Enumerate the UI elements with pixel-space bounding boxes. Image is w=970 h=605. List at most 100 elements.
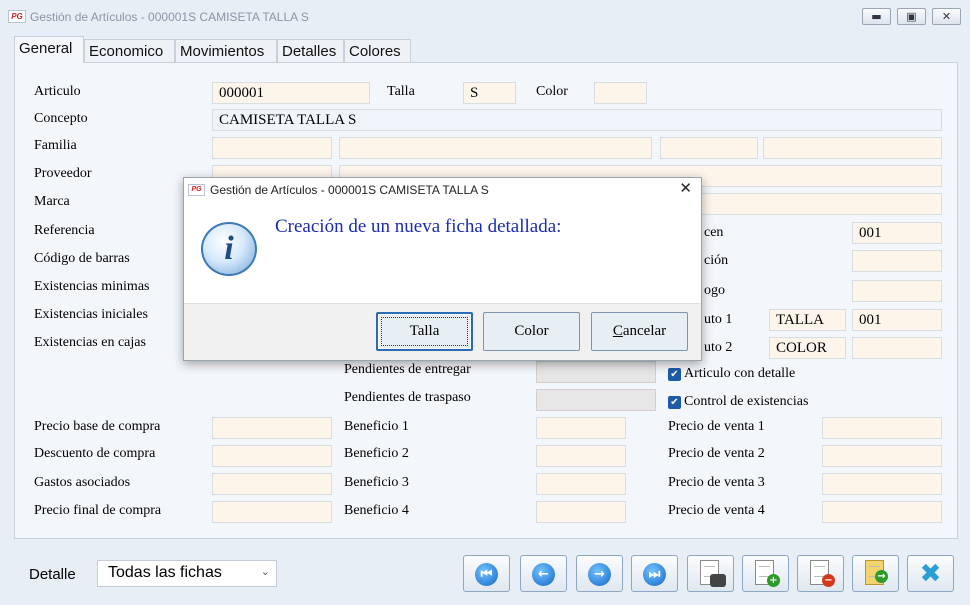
articulo-field[interactable]: 000001 — [212, 82, 370, 104]
title-bar: PG Gestión de Artículos - 000001S CAMISE… — [0, 0, 970, 34]
color-field[interactable] — [594, 82, 647, 104]
cancelar-button[interactable]: Cancelar — [591, 312, 688, 351]
precio-final-label: Precio final de compra — [34, 503, 162, 518]
atributo1-name-field[interactable]: TALLA — [769, 309, 846, 331]
precio-venta1-label: Precio de venta 1 — [668, 419, 765, 434]
precio-base-field[interactable] — [212, 417, 332, 439]
arrow-right-icon: → — [588, 563, 611, 586]
close-x-icon: ✖ — [919, 559, 942, 589]
ubicacion-label: ción — [704, 253, 729, 268]
precio-venta3-label: Precio de venta 3 — [668, 475, 765, 490]
next-record-button[interactable]: → — [576, 555, 623, 592]
familia-extra2-field[interactable] — [763, 137, 942, 159]
first-record-icon: ⏮ — [475, 563, 498, 586]
articulo-label: Articulo — [34, 84, 81, 99]
gastos-label: Gastos asociados — [34, 475, 131, 490]
tab-general[interactable]: General — [14, 36, 84, 63]
beneficio4-label: Beneficio 4 — [344, 503, 409, 518]
pendientes-entregar-label: Pendientes de entregar — [344, 362, 471, 377]
color-button[interactable]: Color — [483, 312, 580, 351]
window-title: Gestión de Artículos - 000001S CAMISETA … — [30, 10, 309, 24]
cancelar-accesskey: C — [612, 323, 623, 339]
codigo-barras-label: Código de barras — [34, 251, 130, 266]
beneficio4-field[interactable] — [536, 501, 626, 523]
talla-field[interactable]: S — [463, 82, 516, 104]
atributo2-value-field[interactable] — [852, 337, 942, 359]
familia-name-field[interactable] — [339, 137, 652, 159]
precio-venta2-label: Precio de venta 2 — [668, 446, 765, 461]
dialog-title: Gestión de Artículos - 000001S CAMISETA … — [210, 183, 489, 197]
close-window-button[interactable]: ✕ — [932, 8, 961, 25]
talla-button[interactable]: Talla — [376, 312, 473, 351]
precio-final-field[interactable] — [212, 501, 332, 523]
detalle-select[interactable]: Todas las fichas ⌄ — [97, 560, 277, 587]
beneficio2-label: Beneficio 2 — [344, 446, 409, 461]
dialog-close-button[interactable]: ✕ — [679, 179, 692, 197]
concepto-label: Concepto — [34, 111, 88, 126]
atributo2-name-field[interactable]: COLOR — [769, 337, 846, 359]
articulo-detalle-label: Articulo con detalle — [684, 366, 796, 381]
color-label: Color — [536, 84, 568, 99]
previous-record-button[interactable]: ← — [520, 555, 567, 592]
tab-movimientos[interactable]: Movimientos — [175, 39, 277, 63]
detalle-select-value: Todas las fichas — [108, 564, 222, 581]
dialog-message: Creación de un nueva ficha detallada: — [275, 216, 562, 237]
existencias-iniciales-label: Existencias iniciales — [34, 307, 148, 322]
concepto-field[interactable]: CAMISETA TALLA S — [212, 109, 942, 131]
beneficio2-field[interactable] — [536, 445, 626, 467]
ubicacion-field[interactable] — [852, 250, 942, 272]
detalle-label: Detalle — [29, 566, 76, 583]
referencia-label: Referencia — [34, 223, 95, 238]
pendientes-traspaso-field — [536, 389, 656, 411]
app-logo-icon: PG — [8, 10, 26, 23]
beneficio3-field[interactable] — [536, 473, 626, 495]
atributo2-label: uto 2 — [704, 340, 733, 355]
last-record-icon: ⏭ — [643, 563, 666, 586]
beneficio1-field[interactable] — [536, 417, 626, 439]
precio-base-label: Precio base de compra — [34, 419, 161, 434]
proveedor-label: Proveedor — [34, 166, 92, 181]
precio-venta2-field[interactable] — [822, 445, 942, 467]
talla-label: Talla — [387, 84, 415, 99]
descuento-field[interactable] — [212, 445, 332, 467]
precio-venta1-field[interactable] — [822, 417, 942, 439]
beneficio3-label: Beneficio 3 — [344, 475, 409, 490]
gastos-field[interactable] — [212, 473, 332, 495]
first-record-button[interactable]: ⏮ — [463, 555, 510, 592]
familia-code-field[interactable] — [212, 137, 332, 159]
familia-extra-field[interactable] — [660, 137, 758, 159]
almacen-label: cen — [704, 225, 724, 240]
catalogo-field[interactable] — [852, 280, 942, 302]
maximize-button[interactable]: ▣ — [897, 8, 926, 25]
precio-venta4-field[interactable] — [822, 501, 942, 523]
atributo1-label: uto 1 — [704, 312, 733, 327]
control-existencias-label: Control de existencias — [684, 394, 809, 409]
export-record-button[interactable]: → — [852, 555, 899, 592]
tab-economico[interactable]: Economico — [84, 39, 175, 63]
new-record-button[interactable]: + — [742, 555, 789, 592]
precio-venta3-field[interactable] — [822, 473, 942, 495]
tab-detalles[interactable]: Detalles — [277, 39, 344, 63]
precio-venta4-label: Precio de venta 4 — [668, 503, 765, 518]
search-record-button[interactable] — [687, 555, 734, 592]
marca-label: Marca — [34, 194, 70, 209]
catalogo-label: ogo — [704, 283, 725, 298]
plus-icon: + — [767, 574, 780, 587]
control-existencias-checkbox[interactable]: ✔ — [668, 396, 681, 409]
minimize-button[interactable]: ▬ — [862, 8, 891, 25]
pendientes-traspaso-label: Pendientes de traspaso — [344, 390, 471, 405]
pendientes-entregar-field — [536, 361, 656, 383]
last-record-button[interactable]: ⏭ — [631, 555, 678, 592]
confirmation-dialog: PG Gestión de Artículos - 000001S CAMISE… — [183, 177, 702, 361]
delete-record-button[interactable]: − — [797, 555, 844, 592]
tab-colores[interactable]: Colores — [344, 39, 411, 63]
articulo-detalle-checkbox[interactable]: ✔ — [668, 368, 681, 381]
close-form-button[interactable]: ✖ — [907, 555, 954, 592]
atributo1-value-field[interactable]: 001 — [852, 309, 942, 331]
cancelar-label-rest: ancelar — [622, 323, 667, 339]
existencias-cajas-label: Existencias en cajas — [34, 335, 146, 350]
arrow-left-icon: ← — [532, 563, 555, 586]
minus-icon: − — [822, 574, 835, 587]
arrow-export-icon: → — [875, 570, 888, 583]
almacen-field[interactable]: 001 — [852, 222, 942, 244]
